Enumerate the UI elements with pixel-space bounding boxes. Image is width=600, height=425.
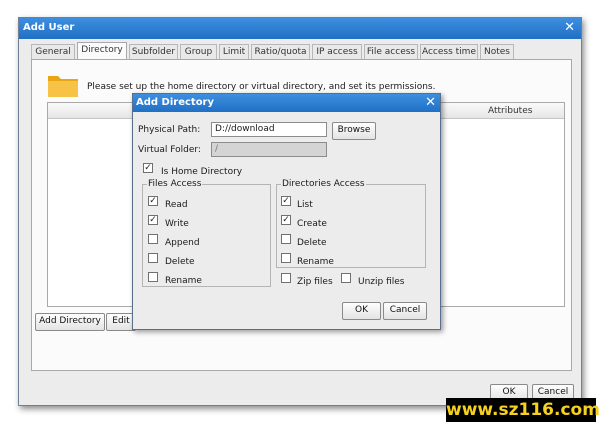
- watermark: www.sz116.com: [446, 398, 600, 422]
- tab-limit[interactable]: Limit: [219, 44, 249, 60]
- read-checkbox[interactable]: ✓: [148, 196, 158, 206]
- create-label: Create: [297, 219, 327, 229]
- zip-files-checkbox[interactable]: [281, 273, 291, 283]
- is-home-label: Is Home Directory: [161, 167, 243, 177]
- dir-delete-label: Delete: [297, 238, 327, 248]
- append-checkbox[interactable]: [148, 234, 158, 244]
- window-titlebar[interactable]: Add User ✕: [19, 18, 581, 39]
- write-checkbox[interactable]: ✓: [148, 215, 158, 225]
- dialog-title: Add Directory: [136, 97, 215, 108]
- physical-path-label: Physical Path:: [138, 125, 201, 135]
- list-label: List: [297, 200, 313, 210]
- files-access-group: Files Access: [142, 179, 271, 287]
- virtual-folder-label: Virtual Folder:: [138, 145, 201, 155]
- read-label: Read: [165, 200, 188, 210]
- is-home-checkbox[interactable]: ✓: [143, 163, 153, 173]
- files-access-title: Files Access: [147, 179, 203, 189]
- add-directory-button[interactable]: Add Directory: [35, 313, 105, 331]
- file-rename-checkbox[interactable]: [148, 272, 158, 282]
- directories-access-title: Directories Access: [281, 179, 366, 189]
- tab-file-access[interactable]: File access: [364, 44, 418, 60]
- dialog-ok-button[interactable]: OK: [342, 302, 381, 320]
- append-label: Append: [165, 238, 200, 248]
- write-label: Write: [165, 219, 189, 229]
- create-checkbox[interactable]: ✓: [281, 215, 291, 225]
- close-icon[interactable]: ✕: [564, 21, 575, 34]
- zip-files-label: Zip files: [297, 277, 333, 287]
- window-title: Add User: [23, 22, 75, 33]
- tab-general[interactable]: General: [31, 44, 75, 60]
- dir-delete-checkbox[interactable]: [281, 234, 291, 244]
- file-rename-label: Rename: [165, 276, 202, 286]
- physical-path-input[interactable]: D://download: [211, 122, 327, 137]
- tab-access-time[interactable]: Access time: [420, 44, 478, 60]
- dialog-cancel-button[interactable]: Cancel: [383, 302, 427, 320]
- dialog-titlebar[interactable]: Add Directory ✕: [133, 94, 440, 112]
- directory-description: Please set up the home directory or virt…: [87, 82, 436, 92]
- tab-ratio-quota[interactable]: Ratio/quota: [251, 44, 310, 60]
- column-header-attributes[interactable]: Attributes: [488, 106, 532, 116]
- tab-notes[interactable]: Notes: [480, 44, 514, 60]
- unzip-files-label: Unzip files: [358, 277, 405, 287]
- dialog-close-icon[interactable]: ✕: [425, 96, 436, 109]
- folder-icon: [48, 76, 78, 97]
- dir-rename-label: Rename: [297, 257, 334, 267]
- list-checkbox[interactable]: ✓: [281, 196, 291, 206]
- browse-button[interactable]: Browse: [332, 122, 376, 140]
- file-delete-label: Delete: [165, 257, 195, 267]
- tab-group[interactable]: Group: [180, 44, 217, 60]
- unzip-files-checkbox[interactable]: [341, 273, 351, 283]
- file-delete-checkbox[interactable]: [148, 253, 158, 263]
- virtual-folder-input[interactable]: /: [211, 142, 327, 157]
- dir-rename-checkbox[interactable]: [281, 253, 291, 263]
- tab-ip-access[interactable]: IP access: [312, 44, 362, 60]
- add-directory-dialog: Add Directory ✕ Physical Path: D://downl…: [132, 93, 441, 330]
- tab-subfolder[interactable]: Subfolder: [129, 44, 178, 60]
